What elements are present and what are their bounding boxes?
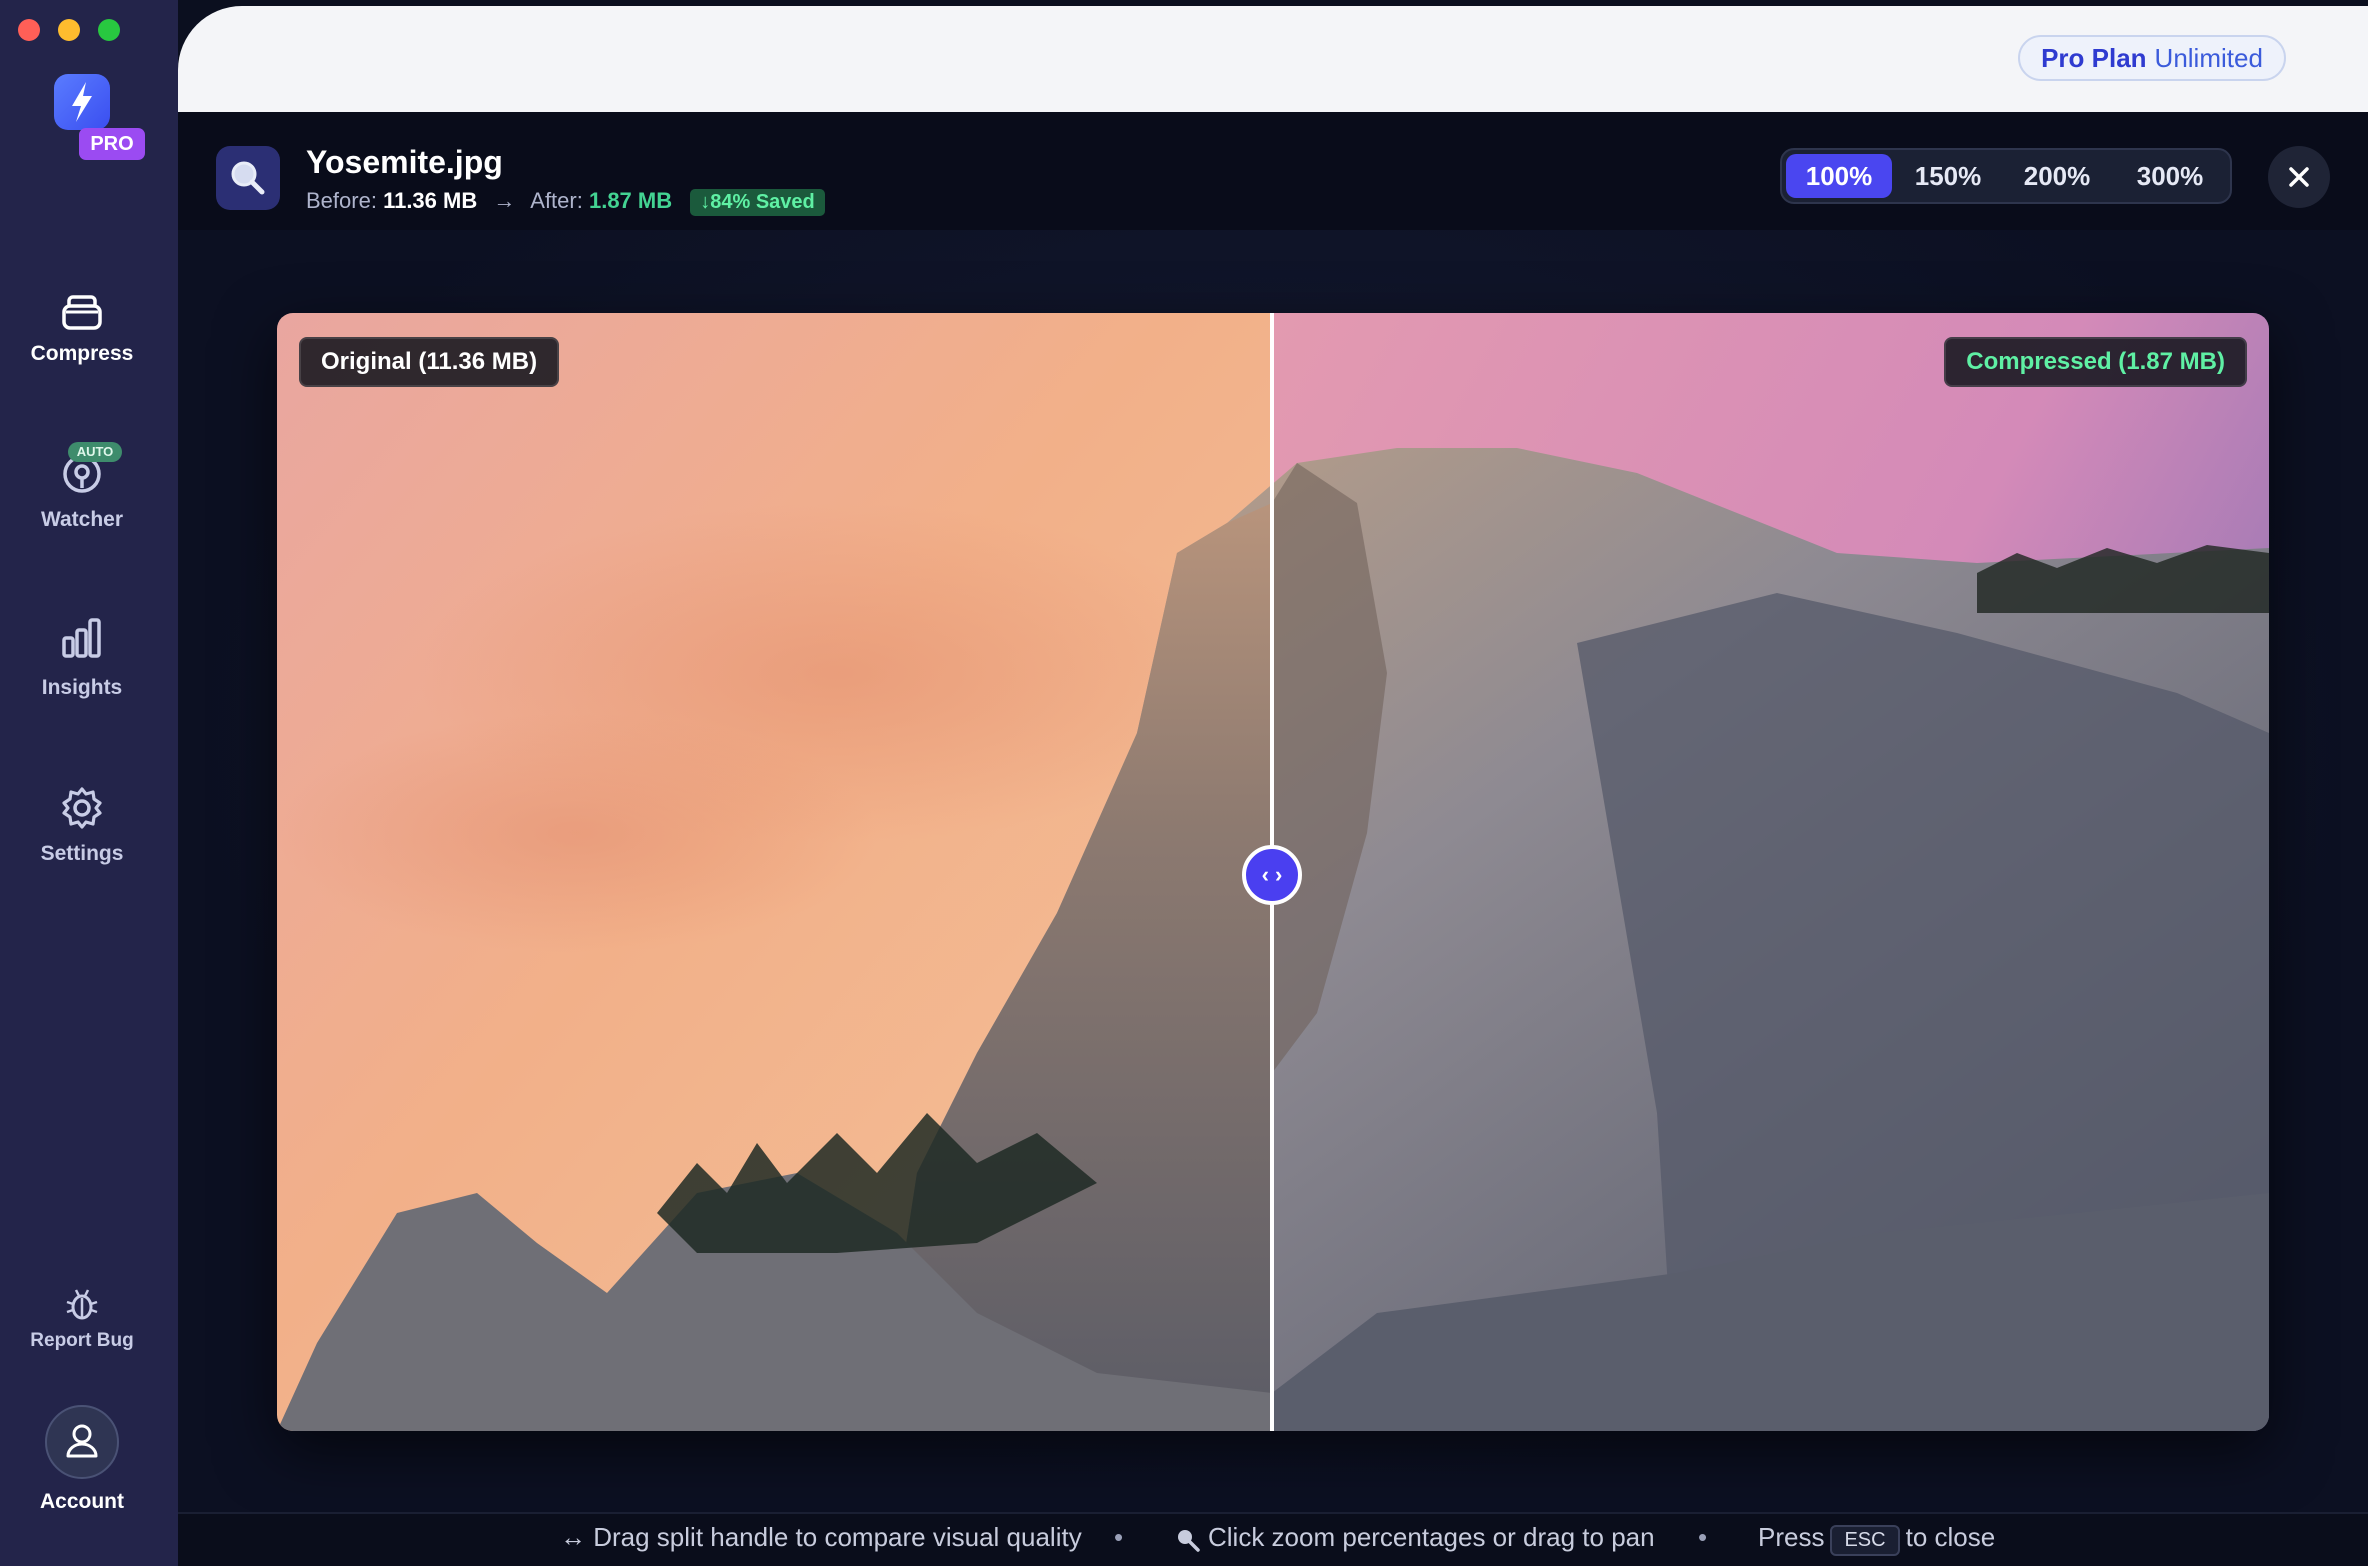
before-label: Before:	[306, 188, 377, 213]
sidebar-item-label: Insights	[41, 676, 123, 699]
window-zoom-dot[interactable]	[98, 19, 120, 41]
plan-name: Pro Plan	[2041, 43, 2147, 73]
hint-press: Press	[1758, 1522, 1825, 1552]
after-label: After:	[530, 188, 583, 213]
top-bar: Pro Plan Unlimited	[178, 6, 2368, 112]
lightning-icon	[72, 82, 92, 122]
sidebar-item-insights[interactable]: Insights	[0, 610, 164, 710]
window-close-dot[interactable]	[18, 19, 40, 41]
footer-hints: ↔ Drag split handle to compare visual qu…	[178, 1512, 2368, 1566]
sidebar-item-settings[interactable]: Settings	[0, 776, 164, 876]
account-avatar[interactable]	[45, 1405, 119, 1479]
user-icon	[66, 1424, 98, 1458]
file-header: Yosemite.jpg Before: 11.36 MB → After: 1…	[178, 112, 2368, 232]
main-panel: Pro Plan Unlimited Yosemite.jpg Before: 1…	[178, 6, 2368, 1566]
file-name: Yosemite.jpg	[306, 144, 503, 180]
auto-badge: AUTO	[68, 442, 122, 462]
plan-tier: Unlimited	[2154, 43, 2263, 73]
sidebar-item-compress[interactable]: Compress	[0, 280, 164, 380]
esc-key: ESC	[1830, 1525, 1900, 1556]
zoom-selector: 100% 150% 200% 300%	[1780, 148, 2232, 204]
sidebar-item-label: Settings	[40, 842, 124, 865]
zoom-100-button[interactable]: 100%	[1786, 154, 1892, 198]
hint-drag: ↔ Drag split handle to compare visual qu…	[560, 1522, 1082, 1552]
zoom-150-button[interactable]: 150%	[1898, 154, 1998, 198]
sidebar-item-report-bug[interactable]: Report Bug	[0, 1280, 164, 1360]
compressed-label: Compressed (1.87 MB)	[1944, 337, 2247, 387]
hint-separator: •	[1114, 1522, 1124, 1552]
bar-chart-icon	[62, 618, 101, 658]
file-preview-icon	[216, 146, 280, 210]
sidebar: PRO Compress Watcher AUTO Insights Setti…	[0, 0, 178, 1566]
split-handle[interactable]: ‹ ›	[1242, 845, 1302, 905]
stack-icon	[62, 295, 102, 330]
magnifier-icon	[231, 161, 265, 195]
comparison-image[interactable]: Original (11.36 MB) Compressed (1.87 MB)…	[277, 313, 2269, 1431]
magnifier-icon	[1178, 1530, 1200, 1552]
arrow-right-icon: →	[493, 188, 516, 213]
app-logo	[54, 74, 110, 130]
compare-stage: Original (11.36 MB) Compressed (1.87 MB)…	[178, 230, 2368, 1512]
file-stats: Before: 11.36 MB → After: 1.87 MB ↓84% S…	[306, 188, 825, 216]
sidebar-item-label: Compress	[30, 342, 134, 365]
original-label: Original (11.36 MB)	[299, 337, 560, 387]
close-icon	[2289, 167, 2309, 187]
hint-zoom: Click zoom percentages or drag to pan	[1208, 1522, 1655, 1552]
pro-badge: PRO	[79, 128, 145, 160]
hint-separator: •	[1698, 1522, 1708, 1552]
zoom-300-button[interactable]: 300%	[2116, 154, 2224, 198]
before-size: 11.36 MB	[383, 188, 478, 213]
gear-icon	[62, 787, 102, 829]
saved-badge: ↓84% Saved	[690, 189, 825, 216]
close-button[interactable]	[2268, 146, 2330, 208]
zoom-200-button[interactable]: 200%	[2004, 154, 2110, 198]
hint-close-text: to close	[1905, 1522, 1996, 1552]
bug-icon	[66, 1289, 98, 1320]
sidebar-item-label: Watcher	[40, 508, 124, 531]
sidebar-item-label: Report Bug	[30, 1330, 134, 1351]
hint-close: Press ESC to close	[1758, 1522, 1995, 1556]
plan-badge[interactable]: Pro Plan Unlimited	[2018, 35, 2286, 81]
window-minimize-dot[interactable]	[58, 19, 80, 41]
sidebar-item-account-label: Account	[40, 1490, 124, 1513]
after-size: 1.87 MB	[588, 188, 673, 213]
